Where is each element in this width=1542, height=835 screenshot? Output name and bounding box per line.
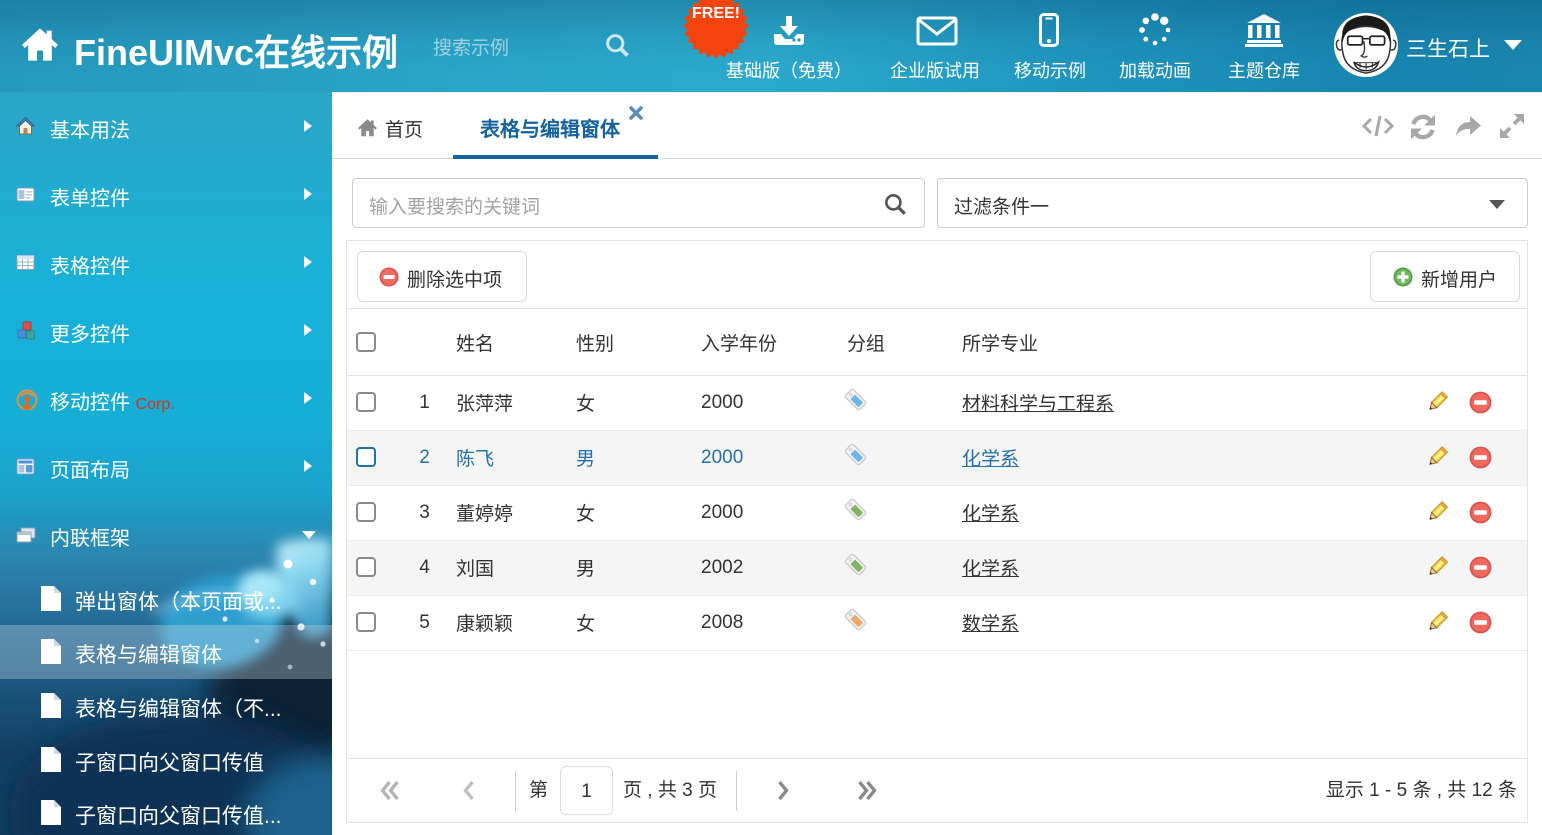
svg-text:FREE!: FREE! [692, 5, 740, 22]
